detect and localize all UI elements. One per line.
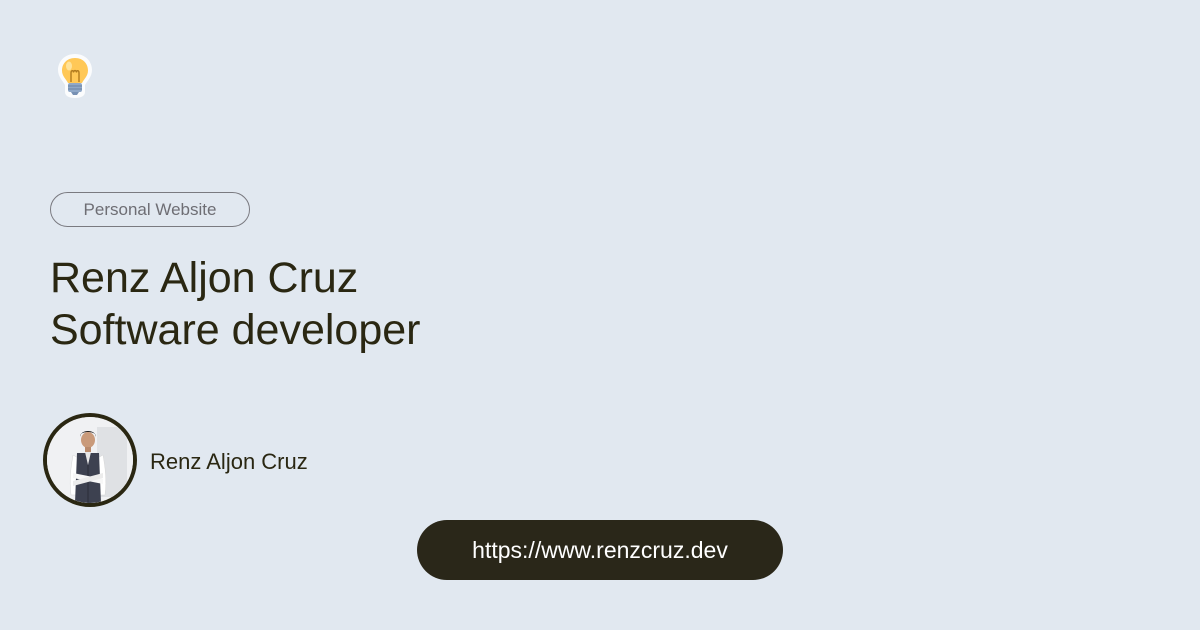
badge-label: Personal Website — [83, 199, 217, 219]
author-name: Renz Aljon Cruz — [150, 449, 308, 474]
title-name: Renz Aljon Cruz — [50, 254, 359, 302]
page-title: Renz Aljon Cruz Software developer — [50, 252, 421, 356]
website-link[interactable]: https://www.renzcruz.dev — [417, 520, 783, 580]
avatar — [43, 413, 137, 507]
website-badge: Personal Website — [50, 192, 250, 227]
title-role: Software developer — [50, 306, 421, 354]
website-url: https://www.renzcruz.dev — [472, 536, 728, 563]
lightbulb-icon — [54, 52, 96, 100]
